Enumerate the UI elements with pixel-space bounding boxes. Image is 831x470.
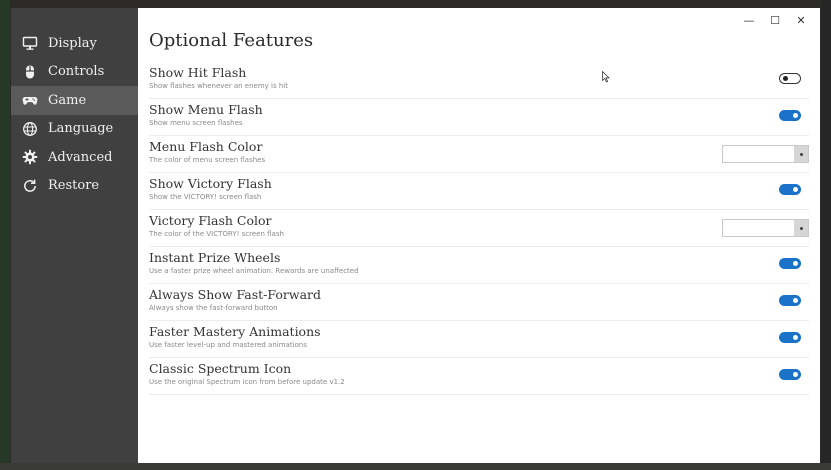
sidebar-item-label: Game — [48, 92, 87, 108]
show-hit-flash-toggle[interactable] — [779, 73, 801, 84]
maximize-button[interactable]: ☐ — [762, 12, 788, 28]
toggle-knob — [793, 113, 798, 118]
toggle-knob — [783, 76, 788, 81]
sidebar-item-label: Display — [48, 35, 97, 51]
setting-description: Always show the fast-forward button — [149, 304, 278, 312]
sidebar-item-game[interactable]: Game — [11, 86, 138, 115]
background-bottom-edge — [0, 463, 831, 470]
settings-main: — ☐ ✕ Optional Features Show Hit Flash S… — [138, 8, 820, 463]
toggle-knob — [793, 187, 798, 192]
sidebar-item-label: Language — [48, 121, 114, 137]
setting-label: Always Show Fast-Forward — [149, 287, 321, 302]
setting-label: Instant Prize Wheels — [149, 250, 281, 265]
mouse-cursor-icon — [602, 71, 610, 83]
gear-icon — [22, 149, 38, 165]
toggle-knob — [793, 335, 798, 340]
sidebar-item-display[interactable]: Display — [11, 29, 138, 58]
setting-row-show-victory-flash: Show Victory Flash Show the VICTORY! scr… — [149, 173, 809, 210]
setting-row-menu-flash-color: Menu Flash Color The color of menu scree… — [149, 136, 809, 173]
sidebar-item-label: Controls — [48, 64, 105, 80]
always-show-fast-forward-toggle[interactable] — [779, 295, 801, 306]
setting-row-instant-prize-wheels: Instant Prize Wheels Use a faster prize … — [149, 247, 809, 284]
setting-description: The color of the VICTORY! screen flash — [149, 230, 284, 238]
setting-row-always-show-fast-forward: Always Show Fast-Forward Always show the… — [149, 284, 809, 321]
sidebar-item-label: Advanced — [48, 149, 113, 165]
background-left-edge — [0, 0, 10, 470]
setting-label: Faster Mastery Animations — [149, 324, 321, 339]
sidebar-item-restore[interactable]: Restore — [11, 172, 138, 201]
sidebar: Display Controls Game Language Advanced — [11, 8, 138, 463]
classic-spectrum-icon-toggle[interactable] — [779, 369, 801, 380]
setting-description: Show menu screen flashes — [149, 119, 243, 127]
mouse-icon — [22, 64, 38, 80]
setting-label: Show Menu Flash — [149, 102, 263, 117]
setting-label: Menu Flash Color — [149, 139, 263, 154]
background-right-edge — [821, 0, 831, 470]
minimize-button[interactable]: — — [736, 12, 762, 28]
color-picker-button[interactable] — [794, 146, 808, 162]
setting-label: Victory Flash Color — [149, 213, 272, 228]
toggle-knob — [793, 261, 798, 266]
setting-description: The color of menu screen flashes — [149, 156, 266, 164]
victory-flash-color-picker[interactable] — [722, 219, 809, 237]
page-title: Optional Features — [149, 30, 314, 51]
toggle-knob — [793, 298, 798, 303]
setting-label: Classic Spectrum Icon — [149, 361, 292, 376]
setting-label: Show Victory Flash — [149, 176, 272, 191]
setting-row-show-hit-flash: Show Hit Flash Show flashes whenever an … — [149, 62, 809, 99]
restore-icon — [22, 178, 38, 194]
setting-description: Use a faster prize wheel animation. Rewa… — [149, 267, 359, 275]
gamepad-icon — [22, 92, 38, 108]
show-victory-flash-toggle[interactable] — [779, 184, 801, 195]
window-controls: — ☐ ✕ — [736, 12, 814, 28]
toggle-knob — [793, 372, 798, 377]
sidebar-item-advanced[interactable]: Advanced — [11, 143, 138, 172]
setting-description: Use the original Spectrum icon from befo… — [149, 378, 345, 386]
menu-flash-color-picker[interactable] — [722, 145, 809, 163]
globe-icon — [22, 121, 38, 137]
dot-icon — [799, 152, 803, 156]
setting-row-show-menu-flash: Show Menu Flash Show menu screen flashes — [149, 99, 809, 136]
close-button[interactable]: ✕ — [788, 12, 814, 28]
setting-label: Show Hit Flash — [149, 65, 247, 80]
setting-row-faster-mastery-animations: Faster Mastery Animations Use faster lev… — [149, 321, 809, 358]
setting-description: Show the VICTORY! screen flash — [149, 193, 262, 201]
settings-window: Display Controls Game Language Advanced — [11, 8, 820, 463]
monitor-icon — [22, 35, 38, 51]
sidebar-item-label: Restore — [48, 178, 100, 194]
show-menu-flash-toggle[interactable] — [779, 110, 801, 121]
setting-row-classic-spectrum-icon: Classic Spectrum Icon Use the original S… — [149, 358, 809, 395]
setting-description: Use faster level-up and mastered animati… — [149, 341, 307, 349]
sidebar-item-language[interactable]: Language — [11, 115, 138, 144]
sidebar-item-controls[interactable]: Controls — [11, 58, 138, 87]
settings-list: Show Hit Flash Show flashes whenever an … — [149, 62, 809, 395]
instant-prize-wheels-toggle[interactable] — [779, 258, 801, 269]
faster-mastery-animations-toggle[interactable] — [779, 332, 801, 343]
setting-row-victory-flash-color: Victory Flash Color The color of the VIC… — [149, 210, 809, 247]
color-picker-button[interactable] — [794, 220, 808, 236]
dot-icon — [799, 226, 803, 230]
setting-description: Show flashes whenever an enemy is hit — [149, 82, 288, 90]
